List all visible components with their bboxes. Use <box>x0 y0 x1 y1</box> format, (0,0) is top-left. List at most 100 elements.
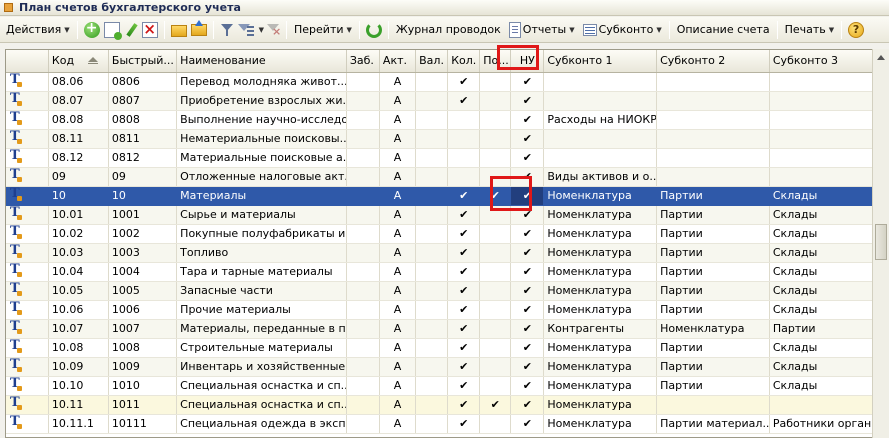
cell-s2 <box>656 110 770 130</box>
vertical-scrollbar[interactable] <box>872 49 889 438</box>
cell-name: Приобретение взрослых жи... <box>176 91 347 111</box>
account-icon <box>9 357 23 372</box>
cell-po <box>479 300 512 320</box>
account-icon <box>9 186 23 201</box>
cell-akt: А <box>379 243 417 263</box>
cell-name: Строительные материалы <box>176 338 347 358</box>
toolbar-separator <box>358 20 360 39</box>
column-header-icon[interactable] <box>6 50 49 73</box>
column-header-subkonto2[interactable]: Субконто 2 <box>656 50 770 73</box>
cell-name: Сырье и материалы <box>176 205 347 225</box>
cell-akt: А <box>379 300 417 320</box>
filter-list-icon[interactable] <box>237 22 254 38</box>
filter-icon[interactable] <box>220 22 234 38</box>
table-row[interactable]: 10.111011Специальная оснастка и сп...А✔✔… <box>6 395 889 415</box>
cell-nu: ✔ <box>510 148 545 168</box>
cell-kol: ✔ <box>447 414 481 434</box>
level-up-icon[interactable] <box>190 19 207 36</box>
column-header-val[interactable]: Вал. <box>415 50 449 73</box>
accounts-table[interactable]: Код Быстрый... Наименование Заб. Акт. Ва… <box>5 49 889 438</box>
cell-val <box>415 72 449 92</box>
scroll-up-icon[interactable] <box>877 55 885 60</box>
copy-icon[interactable] <box>103 21 122 40</box>
cell-code: 10.09 <box>48 357 109 377</box>
subkonto-menu-button[interactable]: Субконто ▼ <box>578 20 665 40</box>
cell-po <box>479 91 512 111</box>
cell-s1: Номенклатура <box>543 395 658 415</box>
cell-kol: ✔ <box>447 376 481 396</box>
refresh-icon[interactable] <box>365 21 382 38</box>
table-row[interactable]: 10.061006Прочие материалыА✔✔Номенклатура… <box>6 300 889 320</box>
table-row[interactable]: 10.011001Сырье и материалыА✔✔Номенклатур… <box>6 205 889 225</box>
cell-nu: ✔ <box>510 319 545 339</box>
table-row[interactable]: 10.031003ТопливоА✔✔НоменклатураПартииСкл… <box>6 243 889 263</box>
account-description-button[interactable]: Описание счета <box>674 20 773 40</box>
table-row[interactable]: 10.091009Инвентарь и хозяйственные... А ✔ ✔… <box>6 357 889 377</box>
cell-po <box>479 281 512 301</box>
reports-menu-button[interactable]: Отчеты ▼ <box>504 20 578 40</box>
toolbar-separator <box>76 20 78 39</box>
chevron-down-icon[interactable]: ▼ <box>259 26 264 34</box>
column-header-code[interactable]: Код <box>48 50 109 73</box>
edit-icon[interactable] <box>124 22 138 38</box>
table-row[interactable]: 08.080808Выполнение научно-исследо... А ✔Р… <box>6 110 889 130</box>
column-header-akt[interactable]: Акт. <box>379 50 417 73</box>
scrollbar-thumb[interactable] <box>875 224 887 260</box>
window-icon <box>4 3 13 12</box>
column-header-name[interactable]: Наименование <box>176 50 347 73</box>
hierarchy-icon[interactable] <box>170 24 187 37</box>
journal-label: Журнал проводок <box>395 23 501 36</box>
table-row[interactable]: 10.071007Материалы, переданные в п... А ✔ ✔… <box>6 319 889 339</box>
help-icon[interactable] <box>848 21 865 38</box>
column-header-kol[interactable]: Кол. <box>447 50 481 73</box>
cell-val <box>415 224 449 244</box>
table-row[interactable]: 10.021002Покупные полуфабрикаты и ... А ✔ ✔… <box>6 224 889 244</box>
cell-s1: Контрагенты <box>543 319 658 339</box>
table-row[interactable]: 08.070807Приобретение взрослых жи... А ✔ ✔ <box>6 91 889 111</box>
column-header-zab[interactable]: Заб. <box>346 50 380 73</box>
accounts-grid: Код Быстрый... Наименование Заб. Акт. Ва… <box>6 50 889 434</box>
cell-zab <box>346 167 380 187</box>
cell-account-type <box>6 110 49 130</box>
cell-po <box>479 72 512 92</box>
table-row[interactable]: 08.060806Перевод молодняка живот... А ✔ ✔ <box>6 72 889 92</box>
column-header-po[interactable]: По... <box>479 50 512 73</box>
delete-icon[interactable] <box>141 20 158 38</box>
table-row[interactable]: 1010МатериалыА✔✔✔НоменклатураПартииСклад… <box>6 186 889 206</box>
cell-kol <box>447 129 481 149</box>
cell-kol: ✔ <box>447 262 481 282</box>
print-menu-button[interactable]: Печать ▼ <box>782 20 838 40</box>
cell-account-type <box>6 281 49 301</box>
cell-val <box>415 167 449 187</box>
cell-code: 08.06 <box>48 72 109 92</box>
cell-kol: ✔ <box>447 281 481 301</box>
cell-akt: А <box>379 91 417 111</box>
column-header-subkonto1[interactable]: Субконто 1 <box>543 50 658 73</box>
column-header-quick[interactable]: Быстрый... <box>108 50 178 73</box>
table-row[interactable]: 10.101010Специальная оснастка и сп... А ✔ ✔… <box>6 376 889 396</box>
table-row[interactable]: 08.110811Нематериальные поисковы... А ✔ <box>6 129 889 149</box>
app-window: План счетов бухгалтерского учета Действи… <box>0 0 889 438</box>
column-header-nu[interactable]: НУ <box>510 50 545 73</box>
table-row[interactable]: 10.041004Тара и тарные материалыА✔✔Номен… <box>6 262 889 282</box>
table-row[interactable]: 10.11.110111Специальная одежда в эксп...… <box>6 414 889 434</box>
table-row[interactable]: 08.120812Материальные поисковые а... А ✔ <box>6 148 889 168</box>
account-icon <box>9 205 23 220</box>
table-row[interactable]: 10.081008Строительные материалыА✔✔Номенк… <box>6 338 889 358</box>
filter-off-icon[interactable] <box>266 22 281 38</box>
actions-menu-button[interactable]: Действия ▼ <box>3 20 73 40</box>
table-row[interactable]: 10.051005Запасные частиА✔✔НоменклатураПа… <box>6 281 889 301</box>
goto-menu-button[interactable]: Перейти ▼ <box>291 20 355 40</box>
cell-kol: ✔ <box>447 186 481 206</box>
cell-akt: А <box>379 205 417 225</box>
cell-nu: ✔ <box>510 110 545 130</box>
cell-quick: 1009 <box>108 357 178 377</box>
journal-button[interactable]: Журнал проводок <box>393 20 504 40</box>
cell-zab <box>346 129 380 149</box>
cell-kol: ✔ <box>447 300 481 320</box>
add-icon[interactable] <box>83 20 100 38</box>
cell-po <box>479 205 512 225</box>
table-row[interactable]: 0909Отложенные налоговые акт...А✔Виды ак… <box>6 167 889 187</box>
cell-kol <box>447 148 481 168</box>
cell-s1: Номенклатура <box>543 224 658 244</box>
